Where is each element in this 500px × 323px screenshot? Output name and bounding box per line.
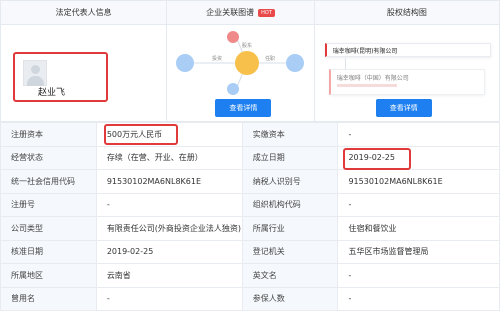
legal-rep-header: 法定代表人信息 [1,1,167,25]
founding-date-highlight [343,148,411,170]
field-value: - [337,286,500,311]
graph-label-left: 投资 [212,55,222,62]
field-value: - [95,286,243,311]
graph-title: 企业关联图谱 [206,8,255,17]
business-info-table: 注册资本 500万元人民币 实缴资本 - 经营状态 存续（在营、开业、在册） 成立日期 201… [0,122,500,311]
legal-rep-title: 法定代表人信息 [55,8,112,17]
legal-rep-name[interactable]: 赵业飞 [38,85,65,98]
field-label: 组织机构代码 [241,192,339,217]
field-label: 所属地区 [0,263,97,288]
graph-node-center [235,51,260,75]
field-value: 云南省 [95,263,243,288]
field-label: 实缴资本 [241,122,339,147]
equity-company-name: 瑞幸咖啡(昆明)有限公司 [332,48,398,55]
field-value: 91530102MA6NL8K61E [95,169,243,194]
table-row: 注册号 - 组织机构代码 - [0,192,500,217]
equity-title: 股权结构图 [386,8,427,17]
field-label: 曾用名 [0,286,97,311]
field-label: 核准日期 [0,239,97,264]
legal-rep-card[interactable]: 赵业飞 [13,52,108,102]
relationship-graph[interactable]: 投资 股东 任职 [167,25,314,97]
graph-node-bottom [227,83,240,95]
field-label: 注册号 [0,192,97,217]
graph-label-right: 任职 [265,55,275,62]
graph-node-top [227,31,240,43]
field-label: 登记机关 [241,239,339,264]
field-value: 五华区市场监督管理局 [337,239,500,264]
registered-capital-highlight [104,124,178,145]
graph-label-top: 股东 [242,42,252,49]
hot-badge: HOT [258,8,275,17]
field-label: 注册资本 [0,122,97,147]
field-label: 所属行业 [241,216,339,241]
legal-rep-panel: 法定代表人信息 赵业飞 [1,1,168,121]
field-value: 有限责任公司(外商投资企业法人独资) [95,216,243,241]
field-label: 公司类型 [0,216,97,241]
equity-ratio-bar [336,84,397,87]
field-label: 纳税人识别号 [241,169,339,194]
equity-company-card[interactable]: 瑞幸咖啡(昆明)有限公司 [324,43,491,57]
field-value: 91530102MA6NL8K61E [337,169,500,194]
relationship-graph-panel: 企业关联图谱 HOT 投资 股东 任职 查看详情 [167,1,315,121]
table-row: 公司类型 有限责任公司(外商投资企业法人独资) 所属行业 住宿和餐饮业 [0,216,500,241]
field-label: 统一社会信用代码 [0,169,97,194]
field-value: 住宿和餐饮业 [337,216,500,241]
equity-structure-panel: 股权结构图 瑞幸咖啡(昆明)有限公司 瑞幸咖啡（中国）有限公司 查看详情 [314,1,499,121]
table-row: 注册资本 500万元人民币 实缴资本 - [0,122,500,147]
graph-node-right [286,54,305,72]
field-label: 参保人数 [241,286,339,311]
field-value: - [337,122,500,147]
field-value: 存续（在营、开业、在册） [95,145,243,170]
field-label: 成立日期 [241,145,339,170]
table-row: 曾用名 - 参保人数 - [0,286,500,311]
field-value: - [337,263,500,288]
table-row: 经营状态 存续（在营、开业、在册） 成立日期 2019-02-25 [0,145,500,170]
avatar [23,60,47,86]
table-row: 核准日期 2019-02-25 登记机关 五华区市场监督管理局 [0,239,500,264]
company-info-page: 法定代表人信息 赵业飞 企业关联图谱 HOT 投资 股东 任职 查看详情 股权结… [0,0,500,323]
equity-view-details-button[interactable]: 查看详情 [375,99,432,117]
graph-view-details-button[interactable]: 查看详情 [215,99,272,117]
graph-header: 企业关联图谱 HOT [167,1,314,25]
top-panels: 法定代表人信息 赵业飞 企业关联图谱 HOT 投资 股东 任职 查看详情 股权结… [0,0,500,122]
field-label: 经营状态 [0,145,97,170]
equity-shareholder-name: 瑞幸咖啡（中国）有限公司 [336,75,409,82]
field-value: 2019-02-25 [95,239,243,264]
table-row: 所属地区 云南省 英文名 - [0,263,500,288]
field-value: - [95,192,243,217]
equity-shareholder-card[interactable]: 瑞幸咖啡（中国）有限公司 [328,69,485,95]
equity-header: 股权结构图 [314,1,499,25]
field-label: 英文名 [241,263,339,288]
field-value: - [337,192,500,217]
table-row: 统一社会信用代码 91530102MA6NL8K61E 纳税人识别号 91530102… [0,169,500,194]
graph-node-left [176,54,195,72]
